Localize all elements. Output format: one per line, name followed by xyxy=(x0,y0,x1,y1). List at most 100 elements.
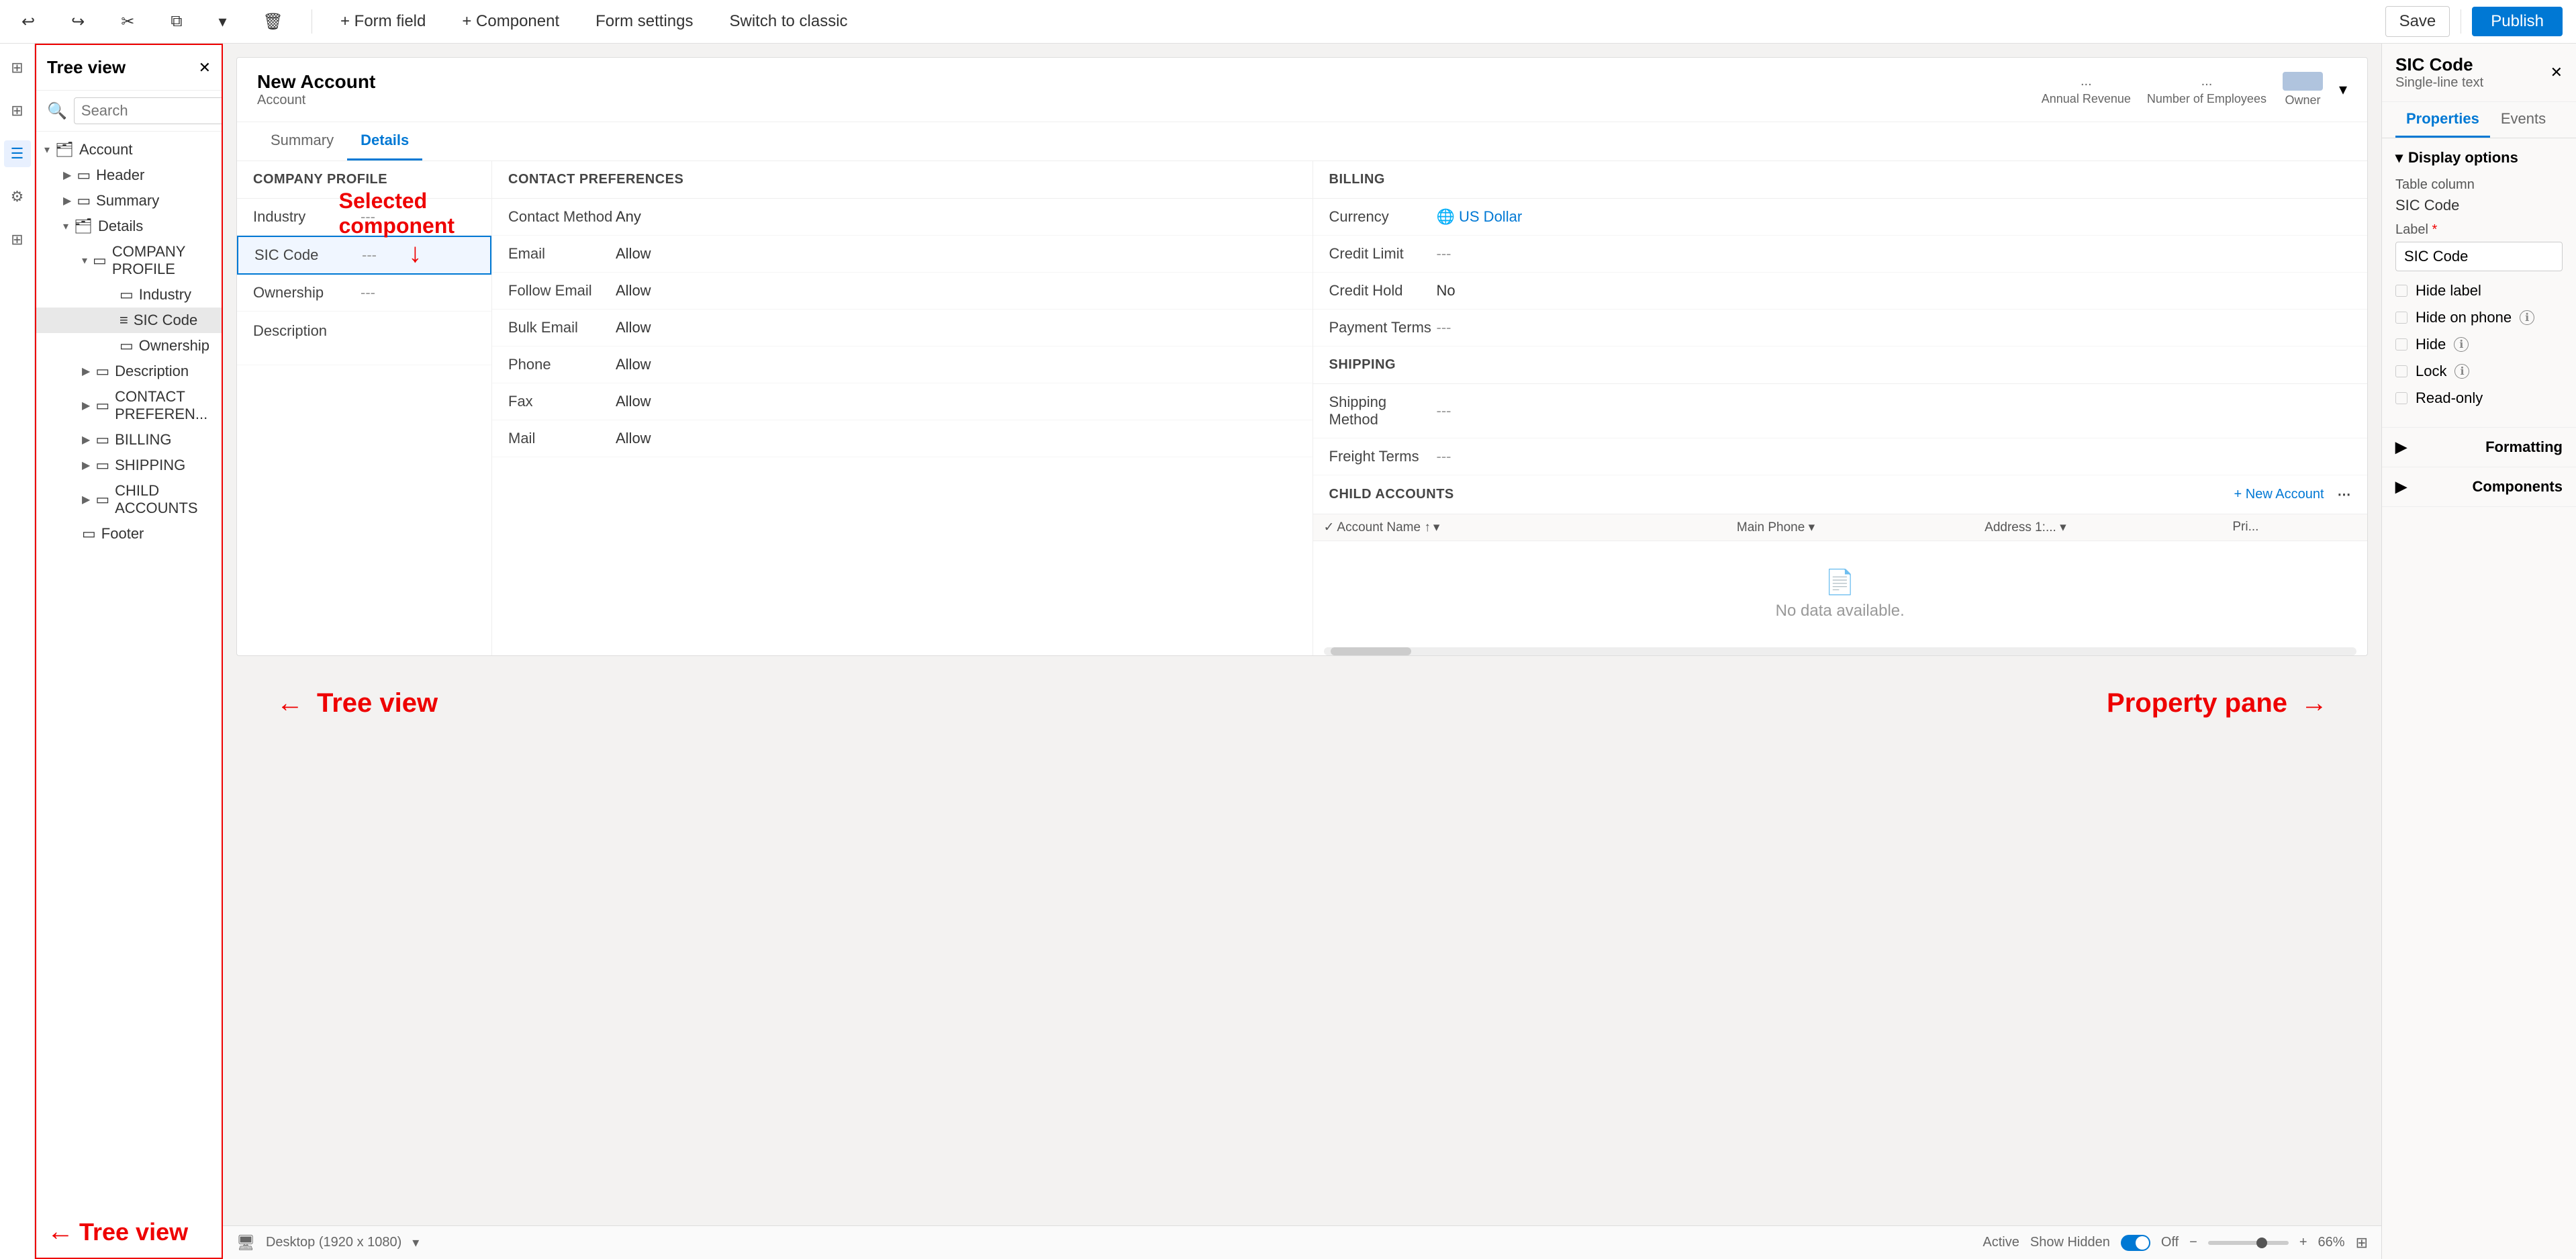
tree-item-summary[interactable]: ▶ ▭ Summary xyxy=(36,188,222,214)
tree-item-label: CONTACT PREFEREN... xyxy=(115,388,211,423)
form-settings-button[interactable]: Form settings xyxy=(587,8,701,35)
delete-button[interactable]: 🗑 xyxy=(255,8,291,36)
lock-info-icon[interactable]: ℹ xyxy=(2454,364,2469,379)
show-hidden-toggle[interactable] xyxy=(2121,1235,2150,1251)
credit-limit-value: --- xyxy=(1437,245,1451,263)
tree-item-industry[interactable]: ▭ Industry xyxy=(36,282,222,308)
description-label: Description xyxy=(253,322,361,340)
zoom-slider[interactable] xyxy=(2208,1241,2289,1245)
form-title: New Account xyxy=(257,71,375,93)
read-only-checkbox[interactable] xyxy=(2395,392,2407,404)
tree-item-label: Header xyxy=(96,167,144,184)
save-button[interactable]: Save xyxy=(2385,6,2450,37)
hide-text: Hide xyxy=(2416,336,2446,353)
rail-grid-icon[interactable]: ⊞ xyxy=(4,97,31,124)
filter-icon[interactable]: ▾ xyxy=(2060,520,2066,534)
section-icon: ▭ xyxy=(95,457,109,474)
scrollbar-thumb[interactable] xyxy=(1331,647,1411,655)
tree-item-footer[interactable]: ▭ Footer xyxy=(36,521,222,547)
col-pri: Pri... xyxy=(2232,520,2356,535)
header-expand-button[interactable]: ▾ xyxy=(2339,80,2347,99)
bottom-annotation-area: ← Tree view Property pane → xyxy=(236,667,2368,740)
fax-row: Fax Allow xyxy=(492,383,1313,420)
annual-revenue-label: Annual Revenue xyxy=(2042,92,2131,106)
tree-item-child-accounts[interactable]: ▶ ▭ CHILD ACCOUNTS xyxy=(36,478,222,521)
tree-item-shipping[interactable]: ▶ ▭ SHIPPING xyxy=(36,453,222,478)
redo-button[interactable]: ↪ xyxy=(63,8,93,36)
chevron-down-icon: ▾ xyxy=(44,143,50,156)
rail-settings-icon[interactable]: ⚙ xyxy=(4,183,31,210)
rail-apps-icon[interactable]: ⊞ xyxy=(4,226,31,253)
tree-item-ownership[interactable]: ▭ Ownership xyxy=(36,333,222,359)
formatting-section[interactable]: ▶ Formatting xyxy=(2382,428,2576,467)
form-subtitle: Account xyxy=(257,93,375,108)
col-account-name: ✓ Account Name ↑ ▾ xyxy=(1324,520,1737,535)
display-options-title[interactable]: ▾ Display options xyxy=(2395,149,2563,167)
tree-item-header[interactable]: ▶ ▭ Header xyxy=(36,162,222,188)
sic-code-row[interactable]: SIC Code --- xyxy=(237,236,491,275)
hide-phone-checkbox[interactable] xyxy=(2395,312,2407,324)
tab-summary[interactable]: Summary xyxy=(257,122,347,160)
section-icon: ▭ xyxy=(82,525,96,543)
no-data-text: No data available. xyxy=(1776,602,1905,620)
tree-item-description[interactable]: ▶ ▭ Description xyxy=(36,359,222,384)
canvas-area: New Account Account ... Annual Revenue .… xyxy=(223,44,2381,1259)
active-label: Active xyxy=(1983,1235,2019,1250)
copy-button[interactable]: ⧉ xyxy=(162,8,190,35)
hide-checkbox[interactable] xyxy=(2395,338,2407,351)
prop-close-button[interactable]: ✕ xyxy=(2550,64,2563,81)
toggle-knob xyxy=(2136,1236,2149,1250)
bulk-email-row: Bulk Email Allow xyxy=(492,310,1313,346)
minus-zoom-icon[interactable]: − xyxy=(2189,1235,2197,1250)
sic-code-container: SIC Code --- Selected component ↓ ← xyxy=(237,236,491,275)
phone-label: Phone xyxy=(508,356,616,373)
prop-tab-properties[interactable]: Properties xyxy=(2395,102,2490,138)
hide-phone-info-icon[interactable]: ℹ xyxy=(2520,310,2534,325)
description-row: Description xyxy=(237,312,491,365)
tree-search-input[interactable] xyxy=(74,97,223,124)
tree-view-bottom-label: Tree view xyxy=(317,688,438,718)
new-account-button[interactable]: + New Account xyxy=(2234,487,2324,502)
tree-item-sic-code[interactable]: ≡ SIC Code xyxy=(36,308,222,333)
more-button[interactable]: ▾ xyxy=(210,8,234,36)
more-options-icon[interactable]: ⋯ xyxy=(2338,486,2352,503)
zoom-thumb[interactable] xyxy=(2256,1238,2267,1248)
fit-icon[interactable]: ⊞ xyxy=(2356,1234,2368,1252)
tree-item-account[interactable]: ▾ 🗂 Account xyxy=(36,137,222,162)
tab-details[interactable]: Details xyxy=(347,122,422,160)
undo-button[interactable]: ↩ xyxy=(13,8,43,36)
filter-icon[interactable]: ▾ xyxy=(1809,520,1815,534)
tree-item-billing[interactable]: ▶ ▭ BILLING xyxy=(36,427,222,453)
lock-checkbox[interactable] xyxy=(2395,365,2407,377)
switch-classic-button[interactable]: Switch to classic xyxy=(722,8,856,35)
components-section[interactable]: ▶ Components xyxy=(2382,467,2576,507)
ownership-value: --- xyxy=(361,284,375,301)
tree-item-details[interactable]: ▾ 🗂 Details xyxy=(36,214,222,239)
rail-home-icon[interactable]: ⊞ xyxy=(4,54,31,81)
cut-button[interactable]: ✂ xyxy=(113,8,142,36)
follow-email-row: Follow Email Allow xyxy=(492,273,1313,310)
billing-title: BILLING xyxy=(1313,161,2368,199)
section-icon: ▭ xyxy=(95,431,109,449)
prop-title-area: SIC Code Single-line text xyxy=(2395,54,2483,91)
mail-value: Allow xyxy=(616,430,651,447)
hide-info-icon[interactable]: ℹ xyxy=(2454,337,2469,352)
plus-zoom-icon[interactable]: + xyxy=(2299,1235,2307,1250)
desktop-chevron[interactable]: ▾ xyxy=(412,1234,419,1251)
form-title-area: New Account Account xyxy=(257,71,375,108)
label-input[interactable] xyxy=(2395,242,2563,271)
prop-tab-events[interactable]: Events xyxy=(2490,102,2557,138)
tree-item-company-profile[interactable]: ▾ ▭ COMPANY PROFILE xyxy=(36,239,222,282)
form-card-header: New Account Account ... Annual Revenue .… xyxy=(237,58,2367,122)
tree-item-contact-pref[interactable]: ▶ ▭ CONTACT PREFEREN... xyxy=(36,384,222,427)
sort-icon[interactable]: ▾ xyxy=(1433,520,1440,535)
publish-button[interactable]: Publish xyxy=(2472,7,2563,36)
component-button[interactable]: + Component xyxy=(454,8,567,35)
col-main-phone: Main Phone ▾ xyxy=(1737,520,1985,535)
tree-close-button[interactable]: ✕ xyxy=(199,59,211,77)
form-field-button[interactable]: + Form field xyxy=(332,8,434,35)
rail-layers-icon[interactable]: ☰ xyxy=(4,140,31,167)
hide-label-checkbox[interactable] xyxy=(2395,285,2407,297)
horizontal-scrollbar[interactable] xyxy=(1324,647,2357,655)
phone-row: Phone Allow xyxy=(492,346,1313,383)
